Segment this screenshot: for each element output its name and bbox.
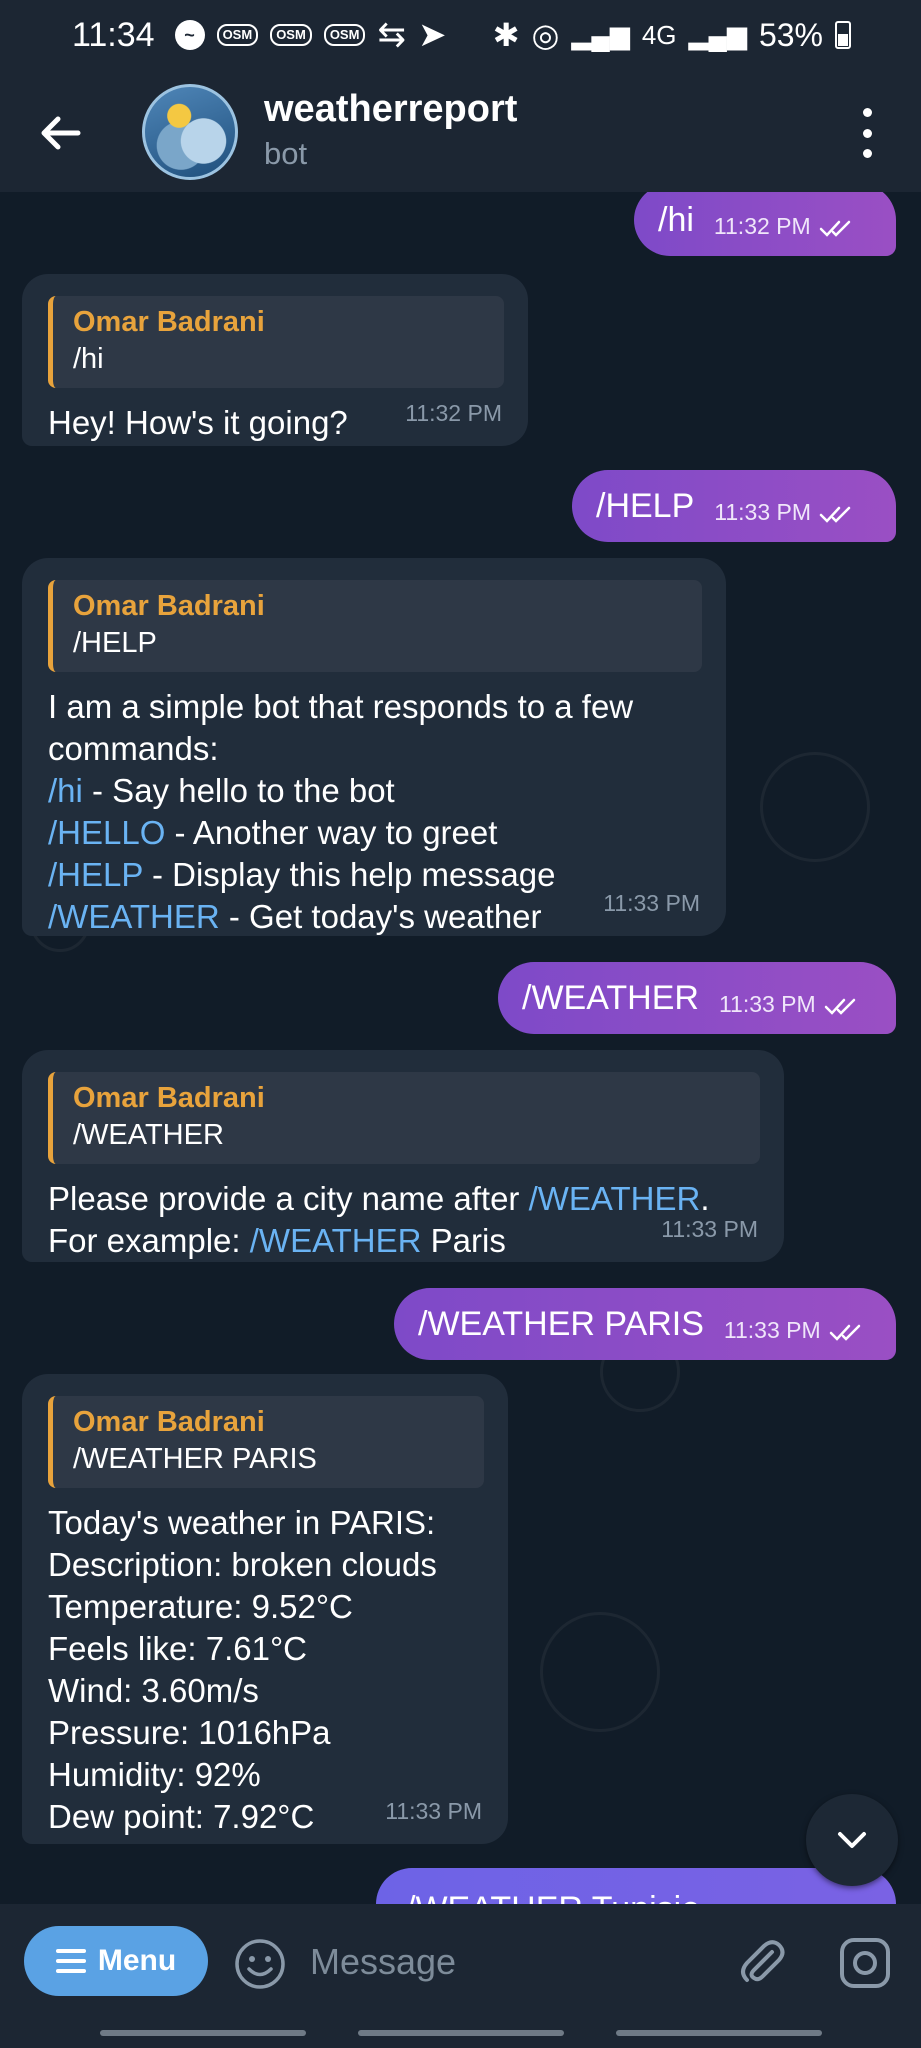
osm-badge: OSM	[216, 24, 259, 46]
emoji-icon[interactable]	[234, 1938, 286, 1990]
signal-icon: ▂▄▆	[571, 19, 630, 50]
more-vert-icon[interactable]	[857, 108, 877, 158]
chat-subtitle: bot	[264, 136, 308, 171]
bot-avatar[interactable]	[142, 84, 238, 180]
status-time: 11:34	[72, 15, 155, 54]
message-time: 11:33 PM	[385, 1798, 482, 1824]
outgoing-message[interactable]: /WEATHER Tunisie	[376, 1868, 896, 1904]
reply-author: Omar Badrani	[73, 1082, 265, 1114]
incoming-message[interactable]: Omar Badrani /WEATHER Please provide a c…	[22, 1050, 784, 1262]
menu-button-label: Menu	[97, 1944, 177, 1977]
message-time: 11:33 PM	[714, 491, 855, 533]
double-check-icon	[819, 220, 850, 237]
message-input-bar: Menu	[0, 1904, 921, 2020]
battery-percent: 53%	[758, 16, 823, 53]
message-text: Pressure: 1016hPa	[48, 1714, 331, 1751]
message-text: /hi	[658, 201, 694, 239]
command-description: - Say hello to the bot	[82, 772, 395, 809]
command-line: /hi - Say hello to the bot	[48, 770, 702, 812]
reply-author: Omar Badrani	[73, 306, 265, 338]
command-line: /HELLO - Another way to greet	[48, 812, 702, 854]
reply-quote[interactable]: Omar Badrani /hi	[48, 296, 504, 388]
background-doodle	[540, 1612, 660, 1732]
message-text: Wind: 3.60m/s	[48, 1672, 259, 1709]
message-list[interactable]: /hi 11:32 PM Omar Badrani /hi Hey! How's…	[0, 192, 921, 1904]
bot-menu-button[interactable]: Menu	[24, 1926, 208, 1996]
telegram-icon: ➤	[417, 16, 447, 54]
message-text: /WEATHER PARIS	[418, 1305, 704, 1343]
message-time: 11:33 PM	[603, 890, 700, 916]
hotspot-icon: ◎	[531, 17, 560, 53]
reply-text: /WEATHER PARIS	[73, 1443, 317, 1475]
paperclip-icon[interactable]	[734, 1934, 790, 1990]
signal-icon: ▂▄▆	[688, 19, 747, 50]
double-check-icon	[829, 1324, 860, 1341]
reply-quote[interactable]: Omar Badrani /WEATHER	[48, 1072, 760, 1164]
message-text: Description: broken clouds	[48, 1546, 437, 1583]
message-text: For example: /WEATHER Paris	[48, 1222, 506, 1259]
battery-icon	[835, 21, 851, 49]
network-type: 4G	[641, 19, 677, 50]
reply-quote[interactable]: Omar Badrani /WEATHER PARIS	[48, 1396, 484, 1488]
message-text: I am a simple bot that responds to a few	[48, 688, 634, 725]
reply-text: /HELP	[73, 627, 157, 659]
message-text: /WEATHER	[522, 979, 699, 1017]
incoming-message[interactable]: Omar Badrani /HELP I am a simple bot tha…	[22, 558, 726, 936]
outgoing-message[interactable]: /WEATHER PARIS 11:33 PM	[394, 1288, 896, 1360]
command-description: - Display this help message	[142, 856, 556, 893]
reply-author: Omar Badrani	[73, 590, 265, 622]
outgoing-message[interactable]: /WEATHER 11:33 PM	[498, 962, 896, 1034]
command-link[interactable]: /HELLO	[48, 814, 165, 851]
nav-home-button[interactable]	[358, 2030, 564, 2036]
command-link[interactable]: /hi	[48, 772, 83, 809]
camera-icon[interactable]	[838, 1936, 892, 1990]
message-time: 11:32 PM	[405, 400, 502, 426]
double-check-icon	[819, 506, 851, 523]
message-input[interactable]	[310, 1934, 690, 1990]
chat-title[interactable]: weatherreport	[264, 88, 517, 131]
message-time: 11:33 PM	[661, 1216, 758, 1242]
message-time: 11:33 PM	[719, 983, 860, 1025]
message-text: commands:	[48, 730, 219, 767]
message-text: Today's weather in PARIS:	[48, 1504, 436, 1541]
command-link[interactable]: /WEATHER	[250, 1222, 422, 1259]
nav-back-button[interactable]	[616, 2030, 822, 2036]
outgoing-message[interactable]: /HELP 11:33 PM	[572, 470, 896, 542]
scroll-to-bottom-button[interactable]	[806, 1794, 898, 1886]
osm-badge: OSM	[270, 24, 312, 46]
background-doodle	[760, 752, 870, 862]
chat-header: weatherreport bot	[0, 70, 921, 192]
double-check-icon	[824, 998, 855, 1015]
reply-author: Omar Badrani	[73, 1406, 265, 1438]
message-text: Feels like: 7.61°C	[48, 1630, 307, 1667]
system-nav-bar	[0, 2020, 921, 2048]
incoming-message[interactable]: Omar Badrani /WEATHER PARIS Today's weat…	[22, 1374, 508, 1844]
reply-quote[interactable]: Omar Badrani /HELP	[48, 580, 702, 672]
command-link[interactable]: /HELP	[48, 856, 143, 893]
incoming-message[interactable]: Omar Badrani /hi Hey! How's it going? 11…	[22, 274, 528, 446]
command-link[interactable]: /WEATHER	[48, 898, 220, 935]
osm-badge: OSM	[323, 24, 366, 46]
nav-recent-button[interactable]	[100, 2030, 306, 2036]
back-arrow-icon[interactable]	[36, 108, 86, 158]
message-time: 11:32 PM	[714, 205, 855, 247]
command-description: - Another way to greet	[165, 814, 498, 851]
outgoing-message[interactable]: /hi 11:32 PM	[634, 192, 896, 256]
message-time: 11:33 PM	[724, 1309, 865, 1351]
message-text: /WEATHER Tunisie	[406, 1890, 700, 1904]
reply-text: /hi	[73, 343, 104, 375]
command-description: - Get today's weather	[219, 898, 542, 935]
message-text: Please provide a city name after /WEATHE…	[48, 1180, 710, 1217]
bluetooth-icon: ✱	[492, 17, 520, 53]
status-bar: 11:34 ~ OSM OSM OSM ⇆ ➤ ✱ ◎ ▂▄▆ 4G ▂▄▆ 5…	[0, 0, 921, 70]
sync-icon: ⇆	[377, 16, 406, 54]
message-text: /HELP	[596, 487, 695, 525]
chevron-down-icon	[838, 1832, 866, 1848]
hamburger-icon	[55, 1949, 86, 1973]
message-text: Temperature: 9.52°C	[48, 1588, 353, 1625]
messenger-icon: ~	[174, 20, 205, 50]
reply-text: /WEATHER	[73, 1119, 224, 1151]
